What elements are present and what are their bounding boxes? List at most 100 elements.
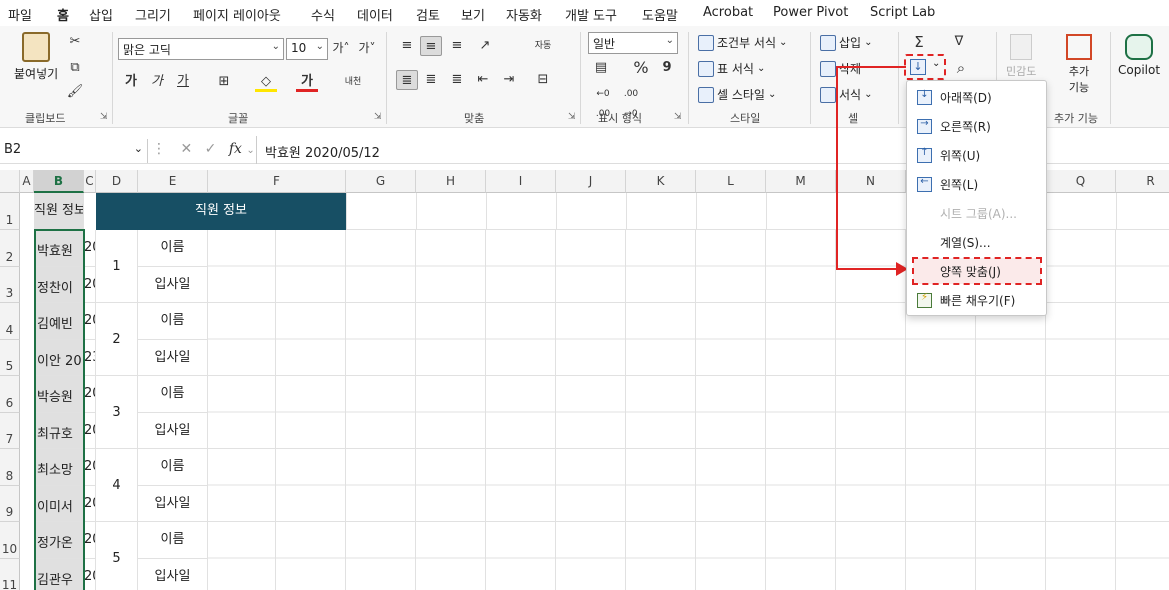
cell-c[interactable]: 20 (84, 230, 96, 267)
menu-item-fill-up[interactable]: 위쪽(U) (913, 142, 1041, 168)
cell-e[interactable]: 입사일 (138, 340, 208, 376)
column-header-g[interactable]: G (346, 170, 416, 193)
cell-b1[interactable]: 직원 정보 (34, 193, 84, 230)
cell-c[interactable]: 20 (84, 303, 96, 340)
tab-page-layout[interactable]: 페이지 레이아웃 (193, 5, 281, 24)
cell-b[interactable]: 정가온 (34, 522, 84, 559)
menu-item-fill-down[interactable]: 아래쪽(D) (913, 84, 1041, 110)
shrink-font-button[interactable]: 가˅ (356, 38, 378, 58)
cell-b[interactable]: 박효원 (34, 230, 84, 267)
column-header-i[interactable]: I (486, 170, 556, 193)
column-header-e[interactable]: E (138, 170, 208, 193)
cell-c[interactable]: 20 (84, 522, 96, 559)
cell-c[interactable]: 20 (84, 559, 96, 590)
column-header-j[interactable]: J (556, 170, 626, 193)
find-button[interactable]: ⌕ (950, 58, 972, 78)
font-size-combo[interactable]: 10 ⌄ (286, 38, 328, 60)
cell-e[interactable]: 입사일 (138, 559, 208, 590)
sensitivity-button[interactable]: 민감도 (1006, 34, 1036, 79)
cell-c[interactable]: 20 (84, 413, 96, 449)
column-header-h[interactable]: H (416, 170, 486, 193)
column-header-b[interactable]: B (34, 170, 84, 193)
fill-color-icon[interactable]: ◇ (255, 72, 277, 92)
tab-file[interactable]: 파일 (8, 5, 32, 24)
row-header[interactable]: 10 (0, 522, 20, 559)
increase-indent-icon[interactable]: ⇥ (498, 70, 520, 90)
copilot-button[interactable]: Copilot (1118, 34, 1160, 77)
align-right-icon[interactable]: ≣ (446, 70, 468, 90)
cell-e[interactable]: 입사일 (138, 486, 208, 522)
tab-view[interactable]: 보기 (461, 5, 485, 24)
table-header-banner[interactable]: 직원 정보 (96, 193, 346, 230)
column-header-k[interactable]: K (626, 170, 696, 193)
border-icon[interactable]: ⊞ (213, 72, 235, 92)
column-header-l[interactable]: L (696, 170, 766, 193)
phonetic-button[interactable]: 내천 (340, 72, 366, 92)
insert-cells-button[interactable]: 삽입 ⌄ (820, 34, 872, 51)
cell-b[interactable]: 이미서 (34, 486, 84, 522)
sort-filter-button[interactable]: ᐁ (948, 32, 970, 52)
tab-review[interactable]: 검토 (416, 5, 440, 24)
menu-item-fill-right[interactable]: 오른쪽(R) (913, 113, 1041, 139)
bold-button[interactable]: 가 (120, 72, 142, 92)
underline-button[interactable]: 가 (172, 72, 194, 92)
name-box[interactable]: B2 ⌄ (0, 139, 148, 163)
cell-d-merged[interactable]: 5 (96, 522, 138, 590)
cell-c[interactable]: 20 (84, 449, 96, 486)
tab-script-lab[interactable]: Script Lab (870, 5, 935, 20)
cell-b[interactable]: 이안 20 (34, 340, 84, 376)
menu-item-justify[interactable]: 양쪽 맞춤(J) (912, 257, 1042, 285)
column-header-c[interactable]: C (84, 170, 96, 193)
cell-e[interactable]: 입사일 (138, 267, 208, 303)
column-header-r[interactable]: R (1116, 170, 1169, 193)
row-header[interactable]: 2 (0, 230, 20, 267)
format-cells-button[interactable]: 서식 ⌄ (820, 86, 872, 103)
insert-function-icon[interactable]: fx (229, 141, 242, 157)
font-launcher-icon[interactable]: ⇲ (374, 112, 382, 122)
format-painter-icon[interactable]: 🖌 (64, 82, 86, 102)
cell-c[interactable]: 20 (84, 376, 96, 413)
column-header-m[interactable]: M (766, 170, 836, 193)
cell-c[interactable]: 20 (84, 267, 96, 303)
copy-icon[interactable]: ⧉ (64, 58, 86, 78)
tab-power-pivot[interactable]: Power Pivot (773, 5, 848, 20)
cell-c[interactable]: 20 (84, 486, 96, 522)
cell-d-merged[interactable]: 3 (96, 376, 138, 449)
column-header-f[interactable]: F (208, 170, 346, 193)
alignment-launcher-icon[interactable]: ⇲ (568, 112, 576, 122)
row-header[interactable]: 1 (0, 193, 20, 230)
cell-d-merged[interactable]: 2 (96, 303, 138, 376)
row-header[interactable]: 7 (0, 413, 20, 449)
cell-b[interactable]: 박승원 (34, 376, 84, 413)
align-top-icon[interactable]: ≡ (396, 36, 418, 56)
wrap-text-button[interactable]: 자동 (532, 36, 554, 56)
row-header[interactable]: 4 (0, 303, 20, 340)
cell-b[interactable]: 김예빈 (34, 303, 84, 340)
row-header[interactable]: 6 (0, 376, 20, 413)
font-name-combo[interactable]: 맑은 고딕 ⌄ (118, 38, 284, 60)
merge-center-icon[interactable]: ⊟ (532, 70, 554, 90)
row-header[interactable]: 5 (0, 340, 20, 376)
number-format-combo[interactable]: 일반 ⌄ (588, 32, 678, 54)
number-launcher-icon[interactable]: ⇲ (674, 112, 682, 122)
tab-home[interactable]: 홈 (57, 5, 69, 28)
row-header[interactable]: 8 (0, 449, 20, 486)
delete-cells-button[interactable]: 삭제 (820, 60, 861, 77)
row-header[interactable]: 11 (0, 559, 20, 590)
percent-button[interactable]: % (630, 58, 652, 78)
tab-acrobat[interactable]: Acrobat (703, 5, 753, 20)
addins-button[interactable]: 추가 기능 (1066, 34, 1092, 95)
menu-item-flash-fill[interactable]: 빠른 채우기(F) (913, 287, 1041, 313)
select-all-corner[interactable] (0, 170, 20, 193)
autosum-button[interactable]: Σ (908, 32, 930, 52)
tab-draw[interactable]: 그리기 (135, 5, 171, 24)
tab-data[interactable]: 데이터 (357, 5, 393, 24)
table-format-button[interactable]: 표 서식 ⌄ (698, 60, 765, 77)
tab-insert[interactable]: 삽입 (89, 5, 113, 24)
column-header-q[interactable]: Q (1046, 170, 1116, 193)
cell-b[interactable]: 김관우 (34, 559, 84, 590)
fill-button[interactable]: ↓ ⌄ (904, 54, 946, 80)
cell-c[interactable]: 23 (84, 340, 96, 376)
cell-b[interactable]: 최소망 (34, 449, 84, 486)
conditional-format-button[interactable]: 조건부 서식 ⌄ (698, 34, 787, 51)
